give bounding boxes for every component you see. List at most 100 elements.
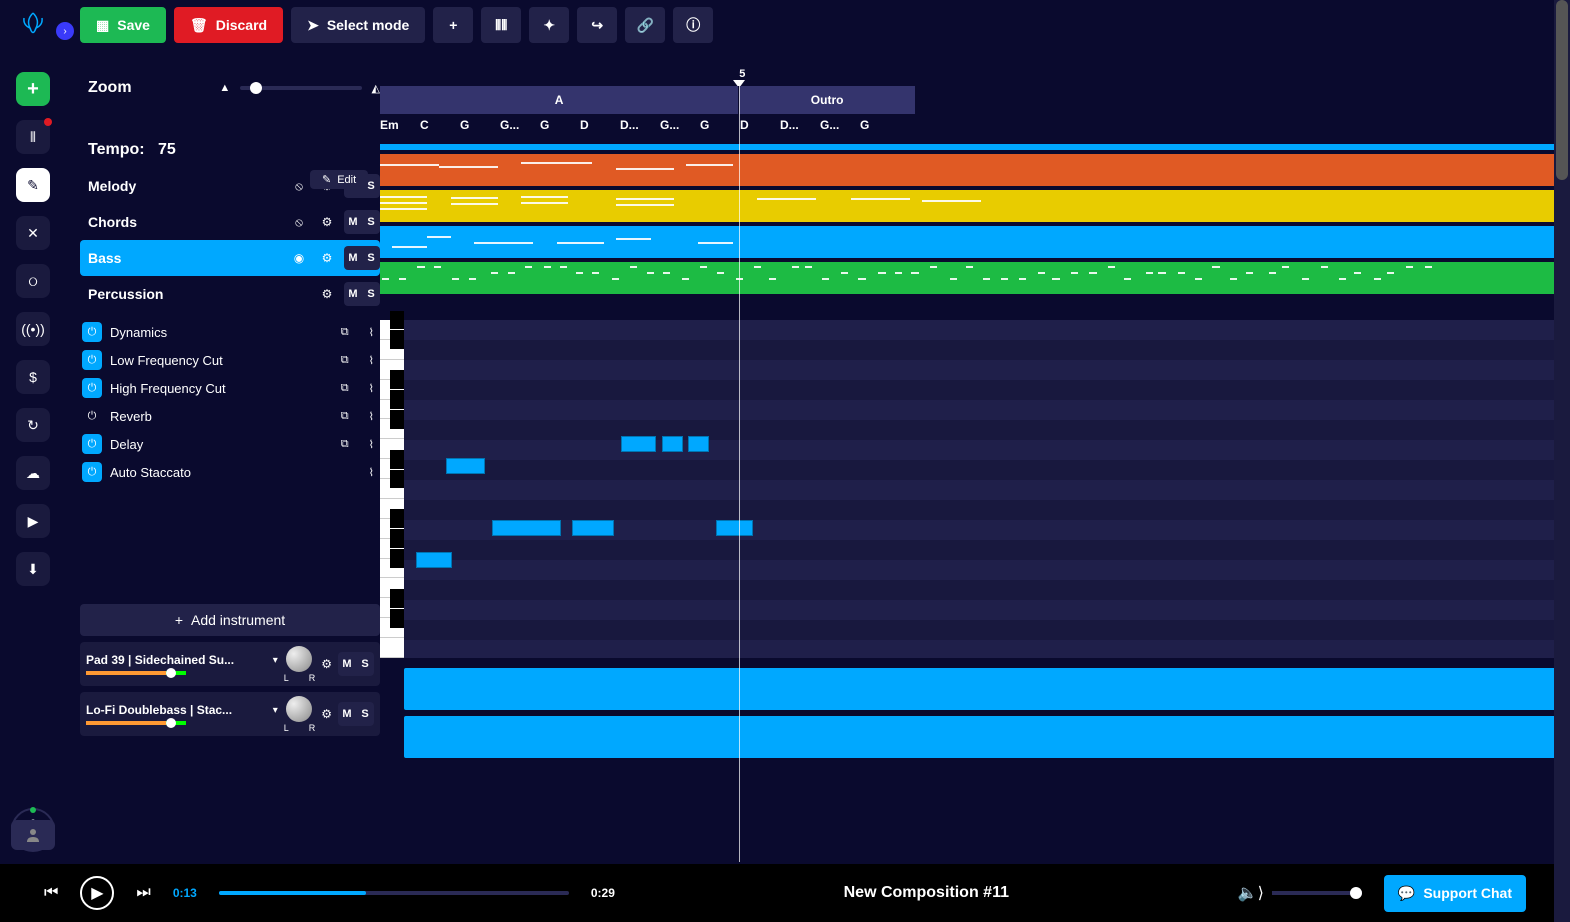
rail-toggle-button[interactable]: ›: [56, 22, 74, 40]
select-mode-button[interactable]: ➤ Select mode: [291, 7, 425, 43]
tool-link-button[interactable]: 🔗: [625, 7, 665, 43]
volume-icon[interactable]: 🔈⟩: [1238, 883, 1264, 903]
gear-icon[interactable]: ⚙: [316, 283, 338, 305]
support-chat-button[interactable]: 💬 Support Chat: [1384, 875, 1526, 912]
track-chords[interactable]: Chords ⦸ ⚙ MS: [80, 204, 380, 240]
chord-label[interactable]: G...: [820, 118, 860, 136]
track-percussion[interactable]: Percussion ⚙ MS: [80, 276, 380, 312]
chord-label[interactable]: D...: [620, 118, 660, 136]
chord-label[interactable]: G...: [500, 118, 540, 136]
gear-icon[interactable]: ⚙: [321, 657, 332, 671]
tempo-row[interactable]: Tempo: 75: [80, 132, 380, 168]
editor-icon[interactable]: ✎: [16, 168, 50, 202]
automation-icon[interactable]: ⌇: [363, 382, 380, 395]
chord-label[interactable]: D: [740, 118, 780, 136]
history-icon[interactable]: ↻: [16, 408, 50, 442]
mixer-icon[interactable]: ✕: [16, 216, 50, 250]
fx-row-0[interactable]: ⏻ Dynamics ⧉ ⌇: [80, 318, 380, 346]
edit-tempo-button[interactable]: ✎ Edit: [310, 170, 368, 189]
fx-row-3[interactable]: ⏻ Reverb ⧉ ⌇: [80, 402, 380, 430]
copy-icon[interactable]: ⧉: [335, 382, 355, 395]
zoom-out-icon[interactable]: ▲: [219, 82, 230, 94]
download-icon[interactable]: ⬇: [16, 552, 50, 586]
chord-label[interactable]: G...: [660, 118, 700, 136]
piano-roll-grid[interactable]: [404, 320, 1558, 658]
chord-label[interactable]: D: [580, 118, 620, 136]
pan-knob[interactable]: [286, 646, 312, 672]
chord-label[interactable]: C: [420, 118, 460, 136]
wavy-icon[interactable]: ଠ: [16, 264, 50, 298]
seek-bar[interactable]: [219, 891, 569, 895]
instrument-lane-2[interactable]: [404, 716, 1558, 758]
chord-label[interactable]: G: [700, 118, 740, 136]
power-icon[interactable]: ⏻: [82, 406, 102, 426]
copy-icon[interactable]: ⧉: [335, 410, 355, 423]
library-icon[interactable]: ⦀: [16, 120, 50, 154]
power-icon[interactable]: ⏻: [82, 350, 102, 370]
volume-slider[interactable]: [1272, 891, 1362, 895]
page-scrollbar[interactable]: [1554, 0, 1570, 922]
copy-icon[interactable]: ⧉: [335, 438, 355, 451]
playhead-line[interactable]: [739, 80, 740, 862]
melody-lane[interactable]: [380, 154, 1558, 186]
power-icon[interactable]: ⏻: [82, 462, 102, 482]
tempo-lane[interactable]: [380, 144, 1558, 150]
save-button[interactable]: ▦ Save: [80, 7, 166, 43]
fx-row-2[interactable]: ⏻ High Frequency Cut ⧉ ⌇: [80, 374, 380, 402]
section-outro[interactable]: Outro: [739, 86, 916, 114]
fx-row-1[interactable]: ⏻ Low Frequency Cut ⧉ ⌇: [80, 346, 380, 374]
tool-magic-button[interactable]: ✦: [529, 7, 569, 43]
chords-lane[interactable]: [380, 190, 1558, 222]
power-icon[interactable]: ⏻: [82, 378, 102, 398]
automation-icon[interactable]: ⌇: [363, 326, 380, 339]
discord-icon[interactable]: ☁: [16, 456, 50, 490]
eye-icon[interactable]: ◉: [288, 247, 310, 269]
tool-add-button[interactable]: +: [433, 7, 473, 43]
chord-label[interactable]: G: [540, 118, 580, 136]
chevron-down-icon[interactable]: ▾: [273, 705, 278, 716]
tool-share-button[interactable]: ↪: [577, 7, 617, 43]
chord-label[interactable]: Em: [380, 118, 420, 136]
pan-knob[interactable]: [286, 696, 312, 722]
add-button[interactable]: +: [16, 72, 50, 106]
video-icon[interactable]: ▶: [16, 504, 50, 538]
automation-icon[interactable]: ⌇: [363, 438, 380, 451]
app-logo[interactable]: [16, 8, 50, 42]
automation-icon[interactable]: ⌇: [363, 410, 380, 423]
percussion-lane[interactable]: [380, 262, 1558, 294]
automation-icon[interactable]: ⌇: [363, 354, 380, 367]
piano-keys[interactable]: C1C0: [380, 320, 404, 658]
chord-label[interactable]: G: [460, 118, 500, 136]
instrument-lane-1[interactable]: [404, 668, 1558, 710]
section-a[interactable]: A: [380, 86, 739, 114]
fx-row-4[interactable]: ⏻ Delay ⧉ ⌇: [80, 430, 380, 458]
broadcast-icon[interactable]: ((•)): [16, 312, 50, 346]
tool-bars-button[interactable]: ⦀⦀: [481, 7, 521, 43]
power-icon[interactable]: ⏻: [82, 322, 102, 342]
add-instrument-button[interactable]: + Add instrument: [80, 604, 380, 636]
automation-icon[interactable]: ⌇: [363, 466, 380, 479]
user-button[interactable]: [11, 820, 55, 850]
gear-icon[interactable]: ⚙: [321, 707, 332, 721]
tool-info-button[interactable]: ⓘ: [673, 7, 713, 43]
power-icon[interactable]: ⏻: [82, 434, 102, 454]
instrument-volume[interactable]: [86, 671, 186, 675]
zoom-slider[interactable]: [240, 86, 361, 90]
prev-button[interactable]: ⏮: [44, 884, 58, 902]
eye-off-icon[interactable]: ⦸: [288, 211, 310, 233]
play-button[interactable]: ▶: [80, 876, 114, 910]
copy-icon[interactable]: ⧉: [335, 354, 355, 367]
instrument-strip-1[interactable]: Lo-Fi Doublebass | Stac...▾ LR ⚙ MS: [80, 692, 380, 736]
gear-icon[interactable]: ⚙: [316, 211, 338, 233]
bass-lane[interactable]: [380, 226, 1558, 258]
instrument-volume[interactable]: [86, 721, 186, 725]
discard-button[interactable]: 🗑 Discard: [174, 7, 283, 43]
pricing-icon[interactable]: $: [16, 360, 50, 394]
zoom-in-icon[interactable]: ◭: [372, 82, 380, 95]
chevron-down-icon[interactable]: ▾: [273, 655, 278, 666]
track-bass[interactable]: Bass ◉ ⚙ MS: [80, 240, 380, 276]
eye-off-icon[interactable]: ⦸: [288, 175, 310, 197]
copy-icon[interactable]: ⧉: [335, 326, 355, 339]
fx-row-5[interactable]: ⏻ Auto Staccato ⌇: [80, 458, 380, 486]
next-button[interactable]: ⏭: [136, 884, 150, 902]
